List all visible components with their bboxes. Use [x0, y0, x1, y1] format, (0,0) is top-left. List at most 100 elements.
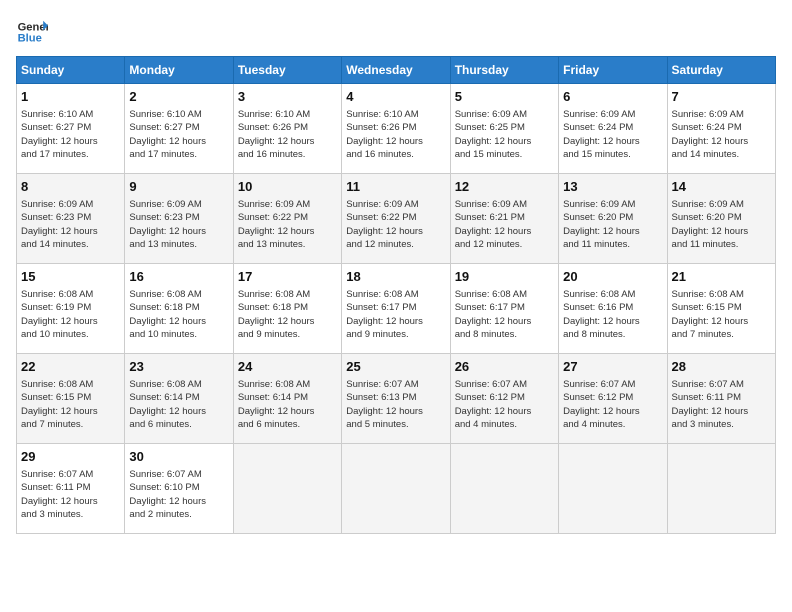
calendar-cell: 12 Sunrise: 6:09 AM Sunset: 6:21 PM Dayl… [450, 174, 558, 264]
daylight-minutes: and 4 minutes. [563, 419, 625, 430]
logo: General Blue [16, 16, 52, 48]
daylight-label: Daylight: 12 hours [563, 316, 640, 327]
daylight-label: Daylight: 12 hours [238, 406, 315, 417]
day-header-monday: Monday [125, 57, 233, 84]
day-header-wednesday: Wednesday [342, 57, 450, 84]
calendar-cell: 5 Sunrise: 6:09 AM Sunset: 6:25 PM Dayli… [450, 84, 558, 174]
day-number: 23 [129, 358, 228, 376]
sunrise-label: Sunrise: 6:07 AM [563, 379, 635, 390]
day-header-sunday: Sunday [17, 57, 125, 84]
daylight-label: Daylight: 12 hours [129, 136, 206, 147]
daylight-minutes: and 10 minutes. [129, 329, 197, 340]
sunset-label: Sunset: 6:27 PM [21, 122, 91, 133]
day-number: 9 [129, 178, 228, 196]
sunrise-label: Sunrise: 6:09 AM [455, 109, 527, 120]
day-number: 28 [672, 358, 771, 376]
daylight-minutes: and 11 minutes. [672, 239, 739, 250]
day-number: 11 [346, 178, 445, 196]
day-number: 29 [21, 448, 120, 466]
day-number: 8 [21, 178, 120, 196]
day-number: 16 [129, 268, 228, 286]
daylight-minutes: and 13 minutes. [238, 239, 306, 250]
sunrise-label: Sunrise: 6:10 AM [346, 109, 418, 120]
calendar-cell: 4 Sunrise: 6:10 AM Sunset: 6:26 PM Dayli… [342, 84, 450, 174]
day-number: 3 [238, 88, 337, 106]
sunset-label: Sunset: 6:14 PM [129, 392, 199, 403]
daylight-minutes: and 17 minutes. [129, 149, 197, 160]
day-number: 10 [238, 178, 337, 196]
calendar-cell: 16 Sunrise: 6:08 AM Sunset: 6:18 PM Dayl… [125, 264, 233, 354]
daylight-label: Daylight: 12 hours [129, 226, 206, 237]
day-number: 15 [21, 268, 120, 286]
day-number: 7 [672, 88, 771, 106]
calendar-cell [450, 444, 558, 534]
sunset-label: Sunset: 6:21 PM [455, 212, 525, 223]
day-number: 19 [455, 268, 554, 286]
daylight-minutes: and 2 minutes. [129, 509, 191, 520]
page-header: General Blue [16, 16, 776, 48]
day-header-tuesday: Tuesday [233, 57, 341, 84]
sunset-label: Sunset: 6:18 PM [129, 302, 199, 313]
daylight-minutes: and 15 minutes. [455, 149, 523, 160]
sunrise-label: Sunrise: 6:08 AM [129, 289, 201, 300]
daylight-label: Daylight: 12 hours [21, 406, 98, 417]
sunset-label: Sunset: 6:24 PM [563, 122, 633, 133]
calendar-cell: 29 Sunrise: 6:07 AM Sunset: 6:11 PM Dayl… [17, 444, 125, 534]
daylight-minutes: and 13 minutes. [129, 239, 197, 250]
daylight-label: Daylight: 12 hours [238, 136, 315, 147]
daylight-minutes: and 16 minutes. [238, 149, 306, 160]
daylight-minutes: and 5 minutes. [346, 419, 408, 430]
calendar-cell: 18 Sunrise: 6:08 AM Sunset: 6:17 PM Dayl… [342, 264, 450, 354]
day-number: 27 [563, 358, 662, 376]
calendar-cell: 6 Sunrise: 6:09 AM Sunset: 6:24 PM Dayli… [559, 84, 667, 174]
calendar-cell [667, 444, 775, 534]
daylight-minutes: and 9 minutes. [346, 329, 408, 340]
day-number: 18 [346, 268, 445, 286]
calendar-cell: 13 Sunrise: 6:09 AM Sunset: 6:20 PM Dayl… [559, 174, 667, 264]
sunrise-label: Sunrise: 6:07 AM [21, 469, 93, 480]
day-number: 14 [672, 178, 771, 196]
daylight-label: Daylight: 12 hours [455, 226, 532, 237]
daylight-label: Daylight: 12 hours [672, 226, 749, 237]
calendar-cell: 2 Sunrise: 6:10 AM Sunset: 6:27 PM Dayli… [125, 84, 233, 174]
day-number: 13 [563, 178, 662, 196]
day-number: 25 [346, 358, 445, 376]
daylight-label: Daylight: 12 hours [129, 406, 206, 417]
daylight-minutes: and 14 minutes. [672, 149, 740, 160]
day-number: 6 [563, 88, 662, 106]
daylight-label: Daylight: 12 hours [672, 136, 749, 147]
daylight-minutes: and 12 minutes. [455, 239, 523, 250]
sunrise-label: Sunrise: 6:07 AM [672, 379, 744, 390]
sunrise-label: Sunrise: 6:09 AM [563, 199, 635, 210]
sunrise-label: Sunrise: 6:10 AM [129, 109, 201, 120]
day-number: 24 [238, 358, 337, 376]
calendar-cell: 24 Sunrise: 6:08 AM Sunset: 6:14 PM Dayl… [233, 354, 341, 444]
day-number: 2 [129, 88, 228, 106]
sunset-label: Sunset: 6:15 PM [672, 302, 742, 313]
calendar-week-3: 15 Sunrise: 6:08 AM Sunset: 6:19 PM Dayl… [17, 264, 776, 354]
day-number: 26 [455, 358, 554, 376]
daylight-label: Daylight: 12 hours [346, 136, 423, 147]
sunset-label: Sunset: 6:14 PM [238, 392, 308, 403]
sunrise-label: Sunrise: 6:10 AM [21, 109, 93, 120]
daylight-minutes: and 7 minutes. [672, 329, 734, 340]
day-number: 4 [346, 88, 445, 106]
calendar-cell: 3 Sunrise: 6:10 AM Sunset: 6:26 PM Dayli… [233, 84, 341, 174]
sunset-label: Sunset: 6:17 PM [455, 302, 525, 313]
daylight-label: Daylight: 12 hours [563, 406, 640, 417]
daylight-minutes: and 12 minutes. [346, 239, 414, 250]
sunset-label: Sunset: 6:11 PM [672, 392, 742, 403]
day-number: 1 [21, 88, 120, 106]
calendar-cell: 7 Sunrise: 6:09 AM Sunset: 6:24 PM Dayli… [667, 84, 775, 174]
sunset-label: Sunset: 6:26 PM [346, 122, 416, 133]
daylight-label: Daylight: 12 hours [346, 406, 423, 417]
day-header-saturday: Saturday [667, 57, 775, 84]
daylight-minutes: and 15 minutes. [563, 149, 631, 160]
daylight-minutes: and 17 minutes. [21, 149, 89, 160]
calendar-cell: 17 Sunrise: 6:08 AM Sunset: 6:18 PM Dayl… [233, 264, 341, 354]
daylight-minutes: and 7 minutes. [21, 419, 83, 430]
daylight-label: Daylight: 12 hours [455, 316, 532, 327]
day-number: 5 [455, 88, 554, 106]
calendar-cell: 10 Sunrise: 6:09 AM Sunset: 6:22 PM Dayl… [233, 174, 341, 264]
day-number: 20 [563, 268, 662, 286]
